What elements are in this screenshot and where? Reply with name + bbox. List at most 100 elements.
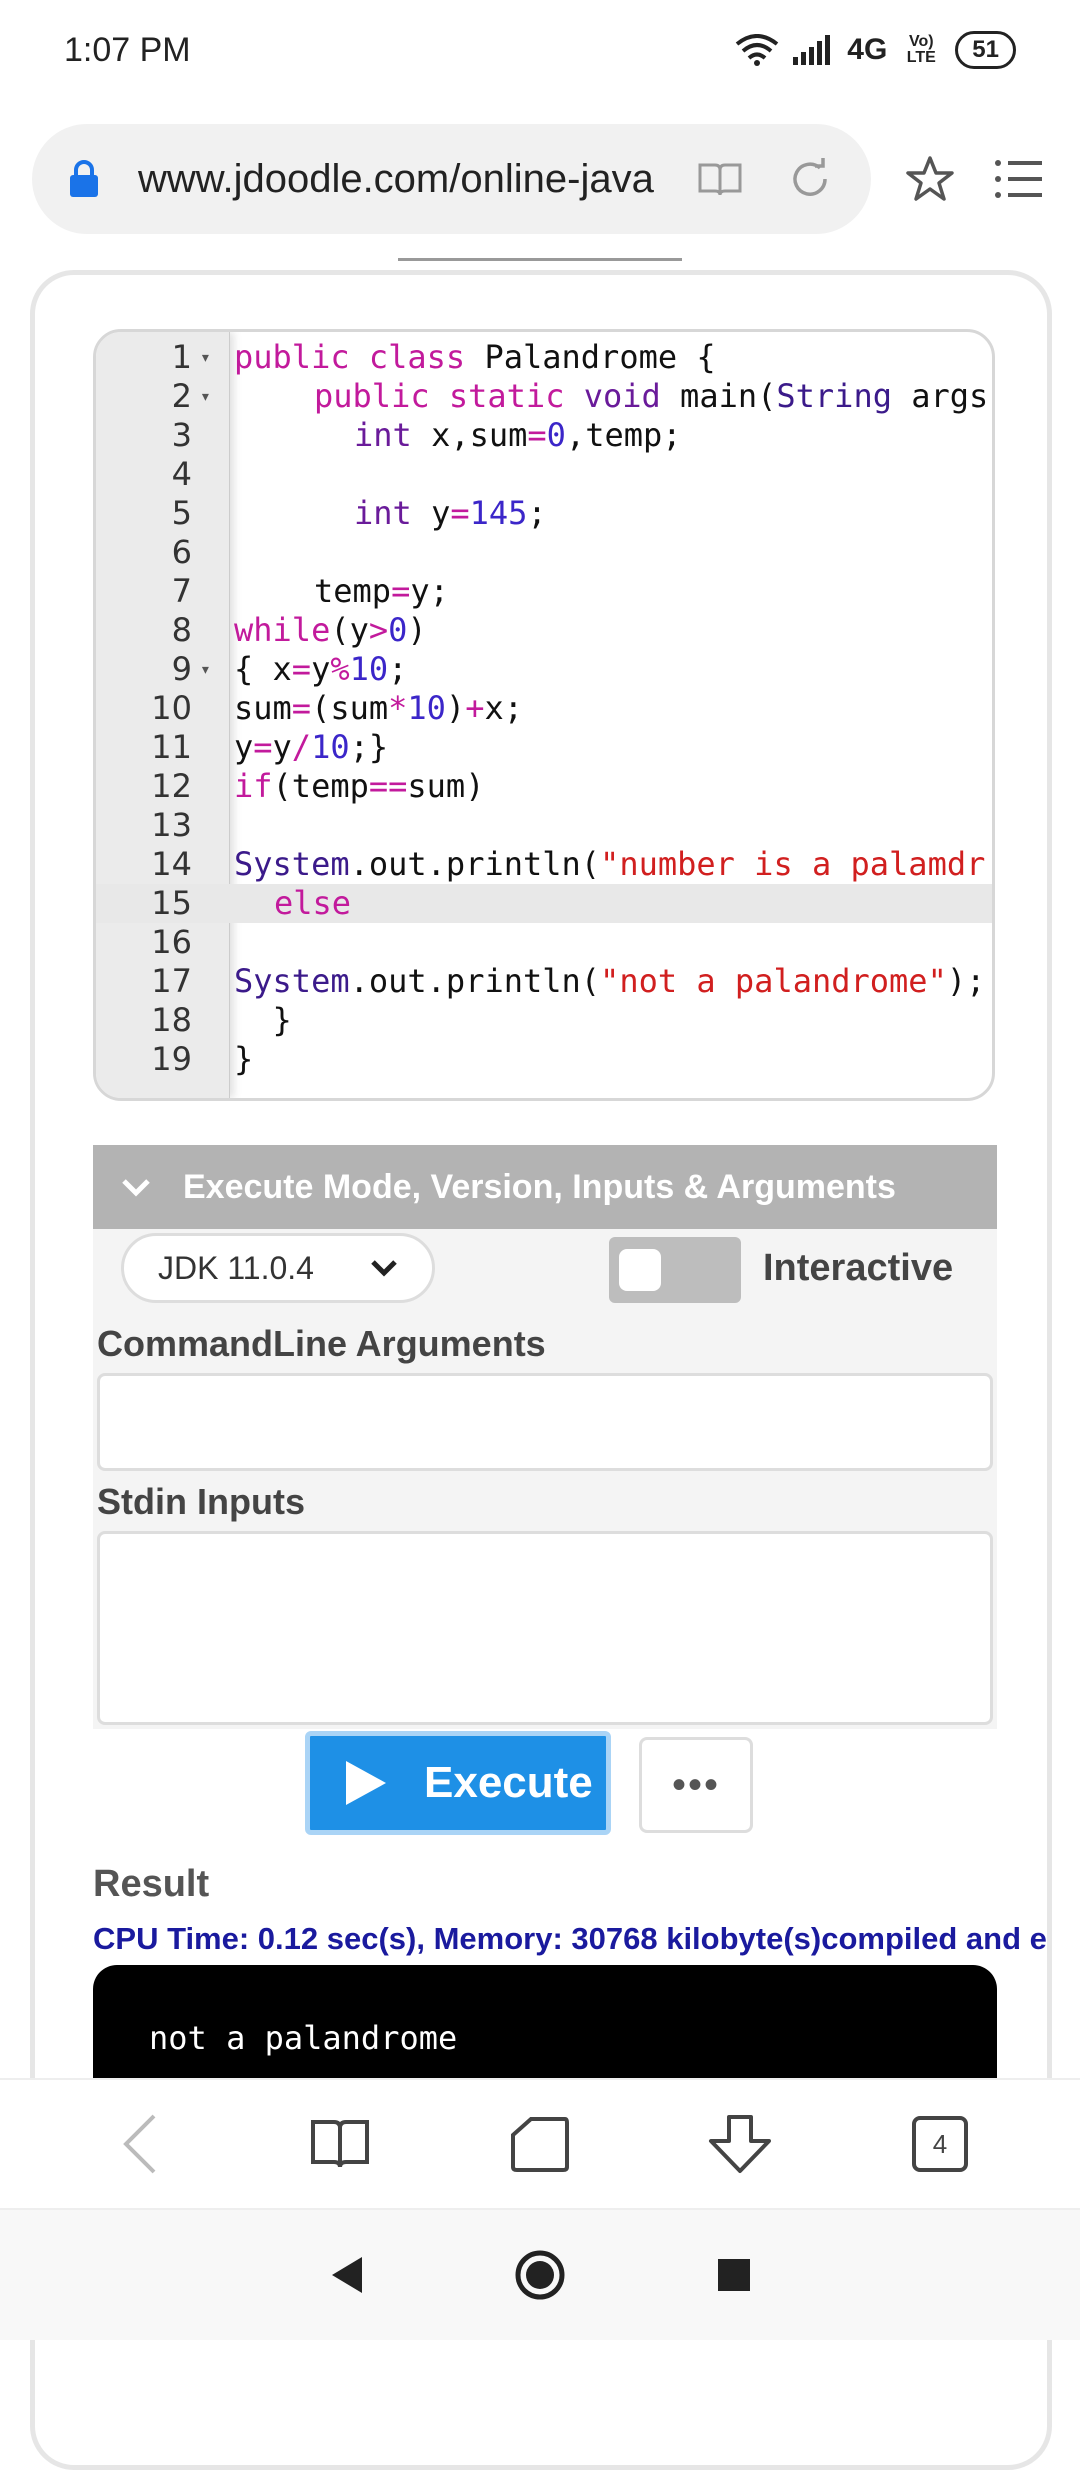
system-back-icon[interactable] (328, 2255, 364, 2295)
code-line[interactable]: 9 ▾ { x=y%10; (96, 650, 992, 689)
code-text: { x=y%10; (234, 650, 408, 688)
chevron-left-icon (123, 2114, 156, 2174)
code-text: System.out.println("number is a palamdr (234, 845, 986, 883)
fold-arrow-icon[interactable]: ▾ (200, 377, 211, 416)
more-options-button[interactable]: ••• (639, 1737, 753, 1833)
output-text: not a palandrome (149, 2019, 458, 2057)
line-number: 14 (151, 845, 192, 883)
code-line[interactable]: 1 ▾ public class Palandrome { (96, 338, 992, 377)
play-icon (346, 1761, 386, 1805)
line-number: 11 (151, 728, 192, 766)
network-type: 4G (847, 33, 888, 66)
line-number: 16 (151, 923, 192, 961)
code-line[interactable]: 2 ▾ public static void main(String args (96, 377, 992, 416)
line-number: 13 (151, 806, 192, 844)
code-text: else (274, 884, 352, 922)
star-icon[interactable] (901, 149, 960, 209)
status-bar: 1:07 PM 4G Vo) LTE 51 (0, 0, 1080, 100)
execute-label: Execute (424, 1758, 593, 1807)
chevron-down-icon (371, 1260, 397, 1277)
bookmarks-button[interactable] (295, 2099, 385, 2189)
interactive-toggle[interactable] (609, 1237, 741, 1303)
system-recents-icon[interactable] (716, 2257, 752, 2293)
chevron-down-icon (122, 1179, 150, 1197)
code-text: System.out.println("not a palandrome"); (234, 962, 986, 1000)
execute-options-title: Execute Mode, Version, Inputs & Argument… (183, 1167, 896, 1206)
cmd-args-input[interactable] (97, 1373, 993, 1471)
browser-toolbar: www.jdoodle.com/online-java (32, 124, 1048, 234)
home-icon (511, 2117, 569, 2172)
line-number: 9 (171, 650, 192, 688)
line-number: 6 (171, 533, 192, 571)
code-text: y=y/10;} (234, 728, 389, 766)
code-line[interactable]: 17 System.out.println("not a palandrome")… (96, 962, 992, 1001)
stdin-label: Stdin Inputs (97, 1481, 305, 1522)
signal-icon (793, 35, 831, 65)
code-text: } (234, 1040, 254, 1078)
line-number: 4 (171, 455, 192, 493)
wifi-icon (736, 34, 779, 66)
code-line[interactable]: 8 while(y>0) (96, 611, 992, 650)
fold-arrow-icon[interactable]: ▾ (200, 650, 211, 689)
code-text: temp=y; (314, 572, 449, 610)
code-text: public static void main(String args (314, 377, 989, 415)
result-title: Result (93, 1863, 210, 1905)
line-number: 3 (171, 416, 192, 454)
address-bar[interactable]: www.jdoodle.com/online-java (32, 124, 871, 234)
code-line[interactable]: 12 if(temp==sum) (96, 767, 992, 806)
fold-arrow-icon[interactable]: ▾ (200, 338, 211, 377)
download-icon (709, 2115, 771, 2173)
line-number: 19 (151, 1040, 192, 1078)
interactive-label: Interactive (763, 1247, 954, 1289)
code-line[interactable]: 11 y=y/10;} (96, 728, 992, 767)
menu-list-icon[interactable] (989, 149, 1048, 209)
execute-options-header[interactable]: Execute Mode, Version, Inputs & Argument… (93, 1145, 997, 1229)
cmd-args-label: CommandLine Arguments (97, 1323, 546, 1364)
tabs-count: 4 (912, 2116, 968, 2172)
execute-options-panel: JDK 11.0.4 Interactive CommandLine Argum… (93, 1229, 997, 1729)
battery-indicator: 51 (955, 31, 1016, 69)
jdk-version-select[interactable]: JDK 11.0.4 (121, 1233, 435, 1303)
code-line[interactable]: 13 (96, 806, 992, 845)
code-line[interactable]: 10 sum=(sum*10)+x; (96, 689, 992, 728)
code-line[interactable]: 4 (96, 455, 992, 494)
line-number: 15 (151, 884, 192, 922)
toggle-knob (619, 1249, 661, 1291)
tabs-button[interactable]: 4 (895, 2099, 985, 2189)
line-number: 7 (171, 572, 192, 610)
status-time: 1:07 PM (64, 30, 191, 69)
system-home-icon[interactable] (514, 2249, 566, 2301)
code-text: } (234, 1001, 292, 1039)
code-line[interactable]: 18 } (96, 1001, 992, 1040)
code-line[interactable]: 7 temp=y; (96, 572, 992, 611)
url-text[interactable]: www.jdoodle.com/online-java (138, 157, 655, 202)
code-line[interactable]: 6 (96, 533, 992, 572)
line-number: 2 (171, 377, 192, 415)
line-number: 17 (151, 962, 192, 1000)
code-line[interactable]: 3 int x,sum=0,temp; (96, 416, 992, 455)
code-text: public class Palandrome { (234, 338, 716, 376)
reader-mode-icon[interactable] (695, 154, 745, 204)
code-line[interactable]: 16 (96, 923, 992, 962)
downloads-button[interactable] (695, 2099, 785, 2189)
code-editor[interactable]: 1 ▾ public class Palandrome {2 ▾ public stat… (93, 329, 995, 1101)
book-icon (311, 2120, 369, 2168)
result-stats: CPU Time: 0.12 sec(s), Memory: 30768 kil… (93, 1921, 1047, 1956)
back-button[interactable] (95, 2099, 185, 2189)
code-line[interactable]: 14 System.out.println("number is a palamd… (96, 845, 992, 884)
code-line[interactable]: 5 int y=145; (96, 494, 992, 533)
line-number: 8 (171, 611, 192, 649)
stdin-input[interactable] (97, 1531, 993, 1725)
home-button[interactable] (495, 2099, 585, 2189)
code-line[interactable]: 19} (96, 1040, 992, 1079)
volte-indicator: Vo) LTE (906, 33, 936, 66)
code-text: sum=(sum*10)+x; (234, 689, 523, 727)
lock-icon (70, 160, 98, 197)
reload-icon[interactable] (785, 154, 835, 204)
code-line[interactable]: 15 else (96, 884, 992, 923)
jdk-version-value: JDK 11.0.4 (158, 1249, 314, 1286)
code-text: int x,sum=0,temp; (354, 416, 682, 454)
execute-button[interactable]: Execute (305, 1731, 611, 1835)
code-text: if(temp==sum) (234, 767, 485, 805)
system-nav-bar (0, 2208, 1080, 2340)
